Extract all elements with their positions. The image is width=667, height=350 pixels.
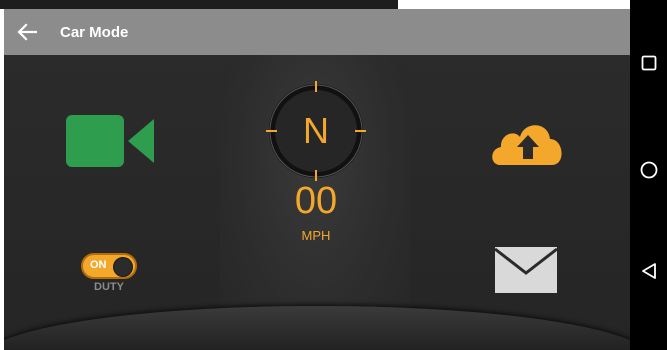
back-button[interactable] <box>4 9 50 55</box>
envelope-icon <box>494 247 558 293</box>
square-icon <box>641 55 656 71</box>
app-bar: Car Mode <box>4 9 630 55</box>
duty-toggle-state: ON <box>90 259 107 271</box>
duty-toggle-group[interactable]: ON DUTY <box>81 253 143 298</box>
car-mode-screen: Car Mode N 00 MPH ON DUTY <box>4 9 630 350</box>
dashboard: N 00 MPH ON DUTY <box>4 55 630 350</box>
mail-button[interactable] <box>493 245 559 295</box>
dashboard-console-edge <box>4 306 630 350</box>
circle-icon <box>640 161 657 179</box>
app-title: Car Mode <box>60 23 129 41</box>
compass-heading: N <box>303 110 329 151</box>
duty-label: DUTY <box>94 281 124 293</box>
video-record-button[interactable] <box>62 111 158 171</box>
speed-unit: MPH <box>301 228 331 243</box>
video-camera-icon <box>66 115 154 167</box>
speed-value: 00 <box>294 180 338 222</box>
top-strip <box>0 0 398 9</box>
toggle-knob <box>113 257 133 277</box>
triangle-back-icon <box>641 263 656 279</box>
compass: N <box>265 80 367 182</box>
upload-button[interactable] <box>488 113 568 169</box>
duty-toggle[interactable]: ON <box>81 253 137 279</box>
cloud-upload-icon <box>492 125 562 165</box>
system-nav-bar <box>630 0 667 350</box>
home-button[interactable] <box>630 152 667 188</box>
arrow-left-icon <box>17 23 37 41</box>
back-nav-button[interactable] <box>630 253 667 289</box>
recents-button[interactable] <box>630 45 667 81</box>
